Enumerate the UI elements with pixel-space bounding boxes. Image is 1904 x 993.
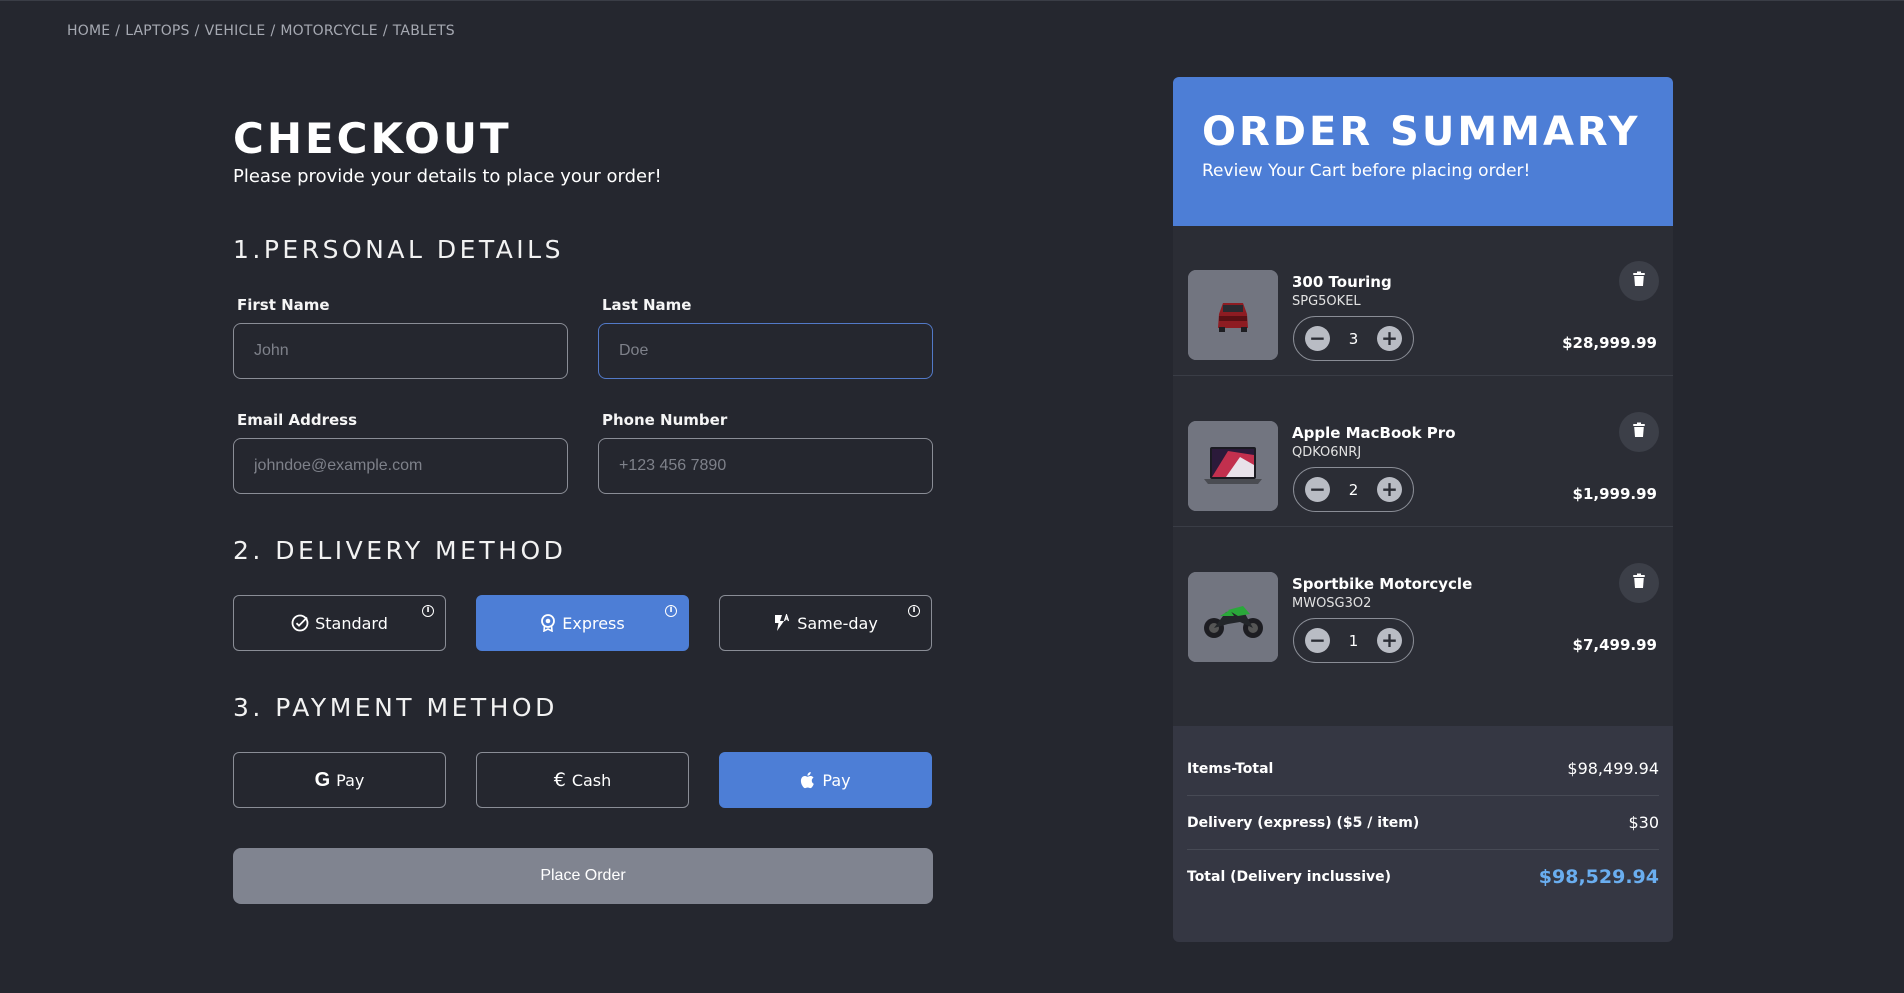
item-name: Sportbike Motorcycle [1292, 575, 1473, 593]
breadcrumb: HOME / LAPTOPS / VEHICLE / MOTORCYCLE / … [67, 23, 455, 39]
order-summary-header: ORDER SUMMARY Review Your Cart before pl… [1173, 77, 1673, 226]
increase-quantity-button[interactable]: + [1376, 628, 1402, 653]
item-sku: SPG5OKEL [1292, 294, 1361, 309]
first-name-label: First Name [237, 296, 330, 314]
trash-icon [1632, 573, 1646, 593]
breadcrumb-separator: / [270, 23, 276, 39]
red-car-thumbnail [1188, 270, 1278, 360]
item-sku: QDKO6NRJ [1292, 445, 1362, 460]
delivery-express-button[interactable]: Express i [476, 595, 689, 651]
last-name-label: Last Name [602, 296, 692, 314]
breadcrumb-laptops[interactable]: LAPTOPS [125, 23, 189, 39]
delivery-fee-row: Delivery (express) ($5 / item) $30 [1187, 796, 1659, 850]
last-name-input[interactable] [598, 323, 933, 379]
page-title: CHECKOUT [233, 114, 512, 163]
quantity-stepper: − 3 + [1293, 316, 1414, 361]
top-divider [0, 0, 1904, 1]
euro-icon: € [553, 769, 566, 791]
payment-google-pay-button[interactable]: G Pay [233, 752, 446, 808]
info-icon[interactable]: i [422, 605, 434, 617]
delivery-express-label: Express [562, 613, 625, 633]
payment-google-pay-label: Pay [336, 770, 365, 790]
increase-quantity-button[interactable]: + [1376, 477, 1402, 502]
decrease-quantity-button[interactable]: − [1305, 477, 1330, 502]
breadcrumb-separator: / [115, 23, 121, 39]
item-price: $7,499.99 [1572, 636, 1657, 654]
remove-item-button[interactable] [1619, 261, 1659, 301]
breadcrumb-motorcycle[interactable]: MOTORCYCLE [280, 23, 377, 39]
delivery-standard-label: Standard [315, 613, 388, 633]
decrease-quantity-button[interactable]: − [1305, 628, 1330, 653]
order-totals: Items-Total $98,499.94 Delivery (express… [1173, 726, 1673, 942]
breadcrumb-separator: / [382, 23, 388, 39]
delivery-fee-label: Delivery (express) ($5 / item) [1187, 814, 1420, 831]
cart-item: Sportbike Motorcycle MWOSG3O2 − 1 + $7,4… [1173, 528, 1673, 678]
email-input[interactable] [233, 438, 568, 494]
info-icon[interactable]: i [665, 605, 677, 617]
item-price: $1,999.99 [1572, 485, 1657, 503]
payment-apple-pay-button[interactable]: Pay [719, 752, 932, 808]
check-circle-icon [291, 614, 309, 632]
delivery-method-heading: 2. DELIVERY METHOD [233, 536, 567, 565]
award-badge-icon [540, 614, 556, 632]
order-summary-title: ORDER SUMMARY [1202, 109, 1641, 155]
item-sku: MWOSG3O2 [1292, 596, 1372, 611]
grand-total-row: Total (Delivery inclussive) $98,529.94 [1187, 850, 1659, 904]
phone-label: Phone Number [602, 411, 728, 429]
delivery-same-day-label: Same-day [797, 613, 878, 633]
place-order-button[interactable]: Place Order [233, 848, 933, 904]
delivery-fee-value: $30 [1628, 813, 1659, 832]
email-label: Email Address [237, 411, 358, 429]
quantity-value: 3 [1348, 329, 1359, 348]
quantity-stepper: − 2 + [1293, 467, 1414, 512]
cart-item: Apple MacBook Pro QDKO6NRJ − 2 + $1,999.… [1173, 377, 1673, 527]
breadcrumb-tablets[interactable]: TABLETS [393, 23, 455, 39]
delivery-standard-button[interactable]: Standard i [233, 595, 446, 651]
breadcrumb-separator: / [194, 23, 200, 39]
trash-icon [1632, 271, 1646, 291]
breadcrumb-home[interactable]: HOME [67, 23, 110, 39]
phone-input[interactable] [598, 438, 933, 494]
remove-item-button[interactable] [1619, 563, 1659, 603]
item-price: $28,999.99 [1562, 334, 1657, 352]
grand-total-label: Total (Delivery inclussive) [1187, 869, 1392, 885]
items-total-label: Items-Total [1187, 760, 1274, 777]
laptop-thumbnail [1188, 421, 1278, 511]
personal-details-heading: 1.PERSONAL DETAILS [233, 235, 564, 264]
payment-apple-pay-label: Pay [822, 770, 851, 790]
order-summary-panel: ORDER SUMMARY Review Your Cart before pl… [1173, 77, 1673, 942]
page-subtitle: Please provide your details to place you… [233, 166, 662, 187]
quantity-stepper: − 1 + [1293, 618, 1414, 663]
payment-method-heading: 3. PAYMENT METHOD [233, 693, 558, 722]
decrease-quantity-button[interactable]: − [1305, 326, 1330, 351]
item-name: 300 Touring [1292, 273, 1392, 291]
quantity-value: 2 [1348, 480, 1359, 499]
remove-item-button[interactable] [1619, 412, 1659, 452]
item-name: Apple MacBook Pro [1292, 424, 1456, 442]
breadcrumb-vehicle[interactable]: VEHICLE [205, 23, 266, 39]
lightning-icon [773, 614, 791, 632]
increase-quantity-button[interactable]: + [1376, 326, 1402, 351]
google-icon: G [314, 768, 331, 791]
cart-item: 300 Touring SPG5OKEL − 3 + $28,999.99 [1173, 226, 1673, 376]
payment-cash-label: Cash [571, 770, 612, 790]
apple-icon [800, 771, 816, 789]
delivery-same-day-button[interactable]: Same-day i [719, 595, 932, 651]
motorcycle-thumbnail [1188, 572, 1278, 662]
quantity-value: 1 [1348, 631, 1359, 650]
items-total-value: $98,499.94 [1567, 759, 1659, 778]
payment-cash-button[interactable]: € Cash [476, 752, 689, 808]
items-total-row: Items-Total $98,499.94 [1187, 742, 1659, 796]
info-icon[interactable]: i [908, 605, 920, 617]
first-name-input[interactable] [233, 323, 568, 379]
order-summary-subtitle: Review Your Cart before placing order! [1202, 161, 1531, 181]
trash-icon [1632, 422, 1646, 442]
grand-total-value: $98,529.94 [1538, 866, 1659, 888]
